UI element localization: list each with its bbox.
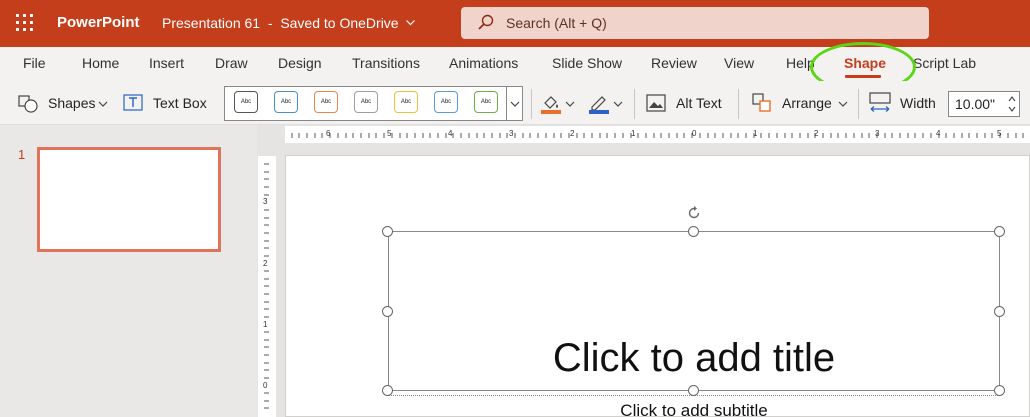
- text-box-icon: [123, 94, 143, 111]
- shape-styles-gallery: Abc Abc Abc Abc Abc Abc Abc: [224, 86, 523, 121]
- ruler-label: 5: [997, 129, 1002, 138]
- search-placeholder: Search (Alt + Q): [506, 15, 607, 31]
- tab-design[interactable]: Design: [278, 55, 322, 71]
- resize-handle-right[interactable]: [994, 306, 1005, 317]
- tab-review[interactable]: Review: [651, 55, 697, 71]
- subtitle-placeholder-text[interactable]: Click to add subtitle: [388, 401, 1000, 417]
- slide-thumbnail[interactable]: [37, 147, 221, 252]
- chevron-down-icon[interactable]: [565, 101, 575, 107]
- ribbon-separator: [738, 89, 739, 119]
- shape-style-7[interactable]: Abc: [474, 91, 498, 113]
- rotate-handle-icon[interactable]: [686, 205, 702, 221]
- tab-script-lab[interactable]: Script Lab: [913, 55, 976, 71]
- ruler-label: 5: [387, 129, 392, 138]
- shape-style-3[interactable]: Abc: [314, 91, 338, 113]
- document-name: Presentation 61: [162, 15, 261, 31]
- search-box[interactable]: Search (Alt + Q): [461, 7, 929, 39]
- shape-fill-icon[interactable]: [540, 92, 562, 114]
- arrange-button[interactable]: Arrange: [782, 95, 832, 111]
- spin-up-icon[interactable]: [1008, 96, 1016, 102]
- ribbon-separator: [858, 89, 859, 119]
- shape-outline-icon[interactable]: [588, 92, 610, 114]
- document-title[interactable]: Presentation 61 - Saved to OneDrive: [162, 15, 415, 31]
- ruler-label: 3: [875, 129, 880, 138]
- ruler-ticks: [291, 133, 1024, 138]
- resize-handle-left[interactable]: [382, 306, 393, 317]
- ruler-label: 3: [263, 197, 268, 206]
- chevron-down-icon[interactable]: [838, 101, 848, 107]
- app-launcher-icon[interactable]: [16, 14, 34, 32]
- chevron-down-icon: [510, 101, 520, 107]
- ruler-label: 6: [326, 129, 331, 138]
- chevron-down-icon[interactable]: [98, 101, 108, 107]
- slide-thumbnail-pane: 1: [0, 125, 257, 417]
- ruler-label: 4: [448, 129, 453, 138]
- shapes-icon: [18, 95, 38, 113]
- ruler-label: 1: [263, 320, 268, 329]
- text-box-button[interactable]: Text Box: [153, 95, 207, 111]
- resize-handle-top[interactable]: [688, 226, 699, 237]
- alt-text-icon: [646, 94, 666, 112]
- chevron-down-icon[interactable]: [613, 101, 623, 107]
- width-input[interactable]: 10.00": [948, 91, 1020, 117]
- tab-animations[interactable]: Animations: [449, 55, 518, 71]
- ribbon-separator: [531, 89, 532, 119]
- alt-text-button[interactable]: Alt Text: [676, 95, 722, 111]
- ruler-label: 1: [753, 129, 758, 138]
- title-placeholder-text[interactable]: Click to add title: [388, 336, 1000, 381]
- width-label: Width: [900, 95, 936, 111]
- arrange-icon: [752, 93, 771, 112]
- resize-handle-bottom[interactable]: [688, 385, 699, 396]
- resize-handle-top-left[interactable]: [382, 226, 393, 237]
- ribbon-commands: Shapes Text Box Abc Abc Abc Abc Abc Abc …: [0, 81, 1030, 125]
- shape-style-1[interactable]: Abc: [234, 91, 258, 113]
- shape-style-5[interactable]: Abc: [394, 91, 418, 113]
- ruler-label: 1: [631, 129, 636, 138]
- vertical-ruler: 3 2 1 0: [258, 156, 276, 417]
- tab-home[interactable]: Home: [82, 55, 119, 71]
- chevron-down-icon: [405, 20, 415, 26]
- shape-width-icon: [869, 92, 891, 112]
- ruler-label: 2: [570, 129, 575, 138]
- resize-handle-bottom-left[interactable]: [382, 385, 393, 396]
- slide-number: 1: [18, 147, 26, 162]
- shape-style-4[interactable]: Abc: [354, 91, 378, 113]
- title-separator: -: [263, 15, 277, 31]
- gallery-expand-button[interactable]: [506, 87, 522, 120]
- ruler-label: 3: [509, 129, 514, 138]
- search-icon: [478, 14, 494, 30]
- tab-slide-show[interactable]: Slide Show: [552, 55, 622, 71]
- shape-style-2[interactable]: Abc: [274, 91, 298, 113]
- tab-insert[interactable]: Insert: [149, 55, 184, 71]
- ruler-label: 4: [936, 129, 941, 138]
- app-name[interactable]: PowerPoint: [57, 14, 140, 31]
- ribbon-separator: [634, 89, 635, 119]
- shape-style-6[interactable]: Abc: [434, 91, 458, 113]
- ruler-label: 0: [263, 381, 268, 390]
- ruler-ticks: [264, 163, 269, 409]
- width-value: 10.00": [955, 96, 996, 112]
- tab-transitions[interactable]: Transitions: [352, 55, 420, 71]
- resize-handle-top-right[interactable]: [994, 226, 1005, 237]
- ruler-label: 2: [263, 259, 268, 268]
- ruler-label: 0: [692, 129, 697, 138]
- shapes-button[interactable]: Shapes: [48, 95, 95, 111]
- title-bar: PowerPoint Presentation 61 - Saved to On…: [0, 0, 1030, 47]
- ruler-label: 2: [814, 129, 819, 138]
- save-status: Saved to OneDrive: [280, 15, 399, 31]
- spin-down-icon[interactable]: [1008, 106, 1016, 112]
- tab-view[interactable]: View: [724, 55, 754, 71]
- horizontal-ruler: 6 5 4 3 2 1 0 1 2 3 4 5: [285, 126, 1030, 143]
- tab-file[interactable]: File: [23, 55, 46, 71]
- resize-handle-bottom-right[interactable]: [994, 385, 1005, 396]
- tab-draw[interactable]: Draw: [215, 55, 248, 71]
